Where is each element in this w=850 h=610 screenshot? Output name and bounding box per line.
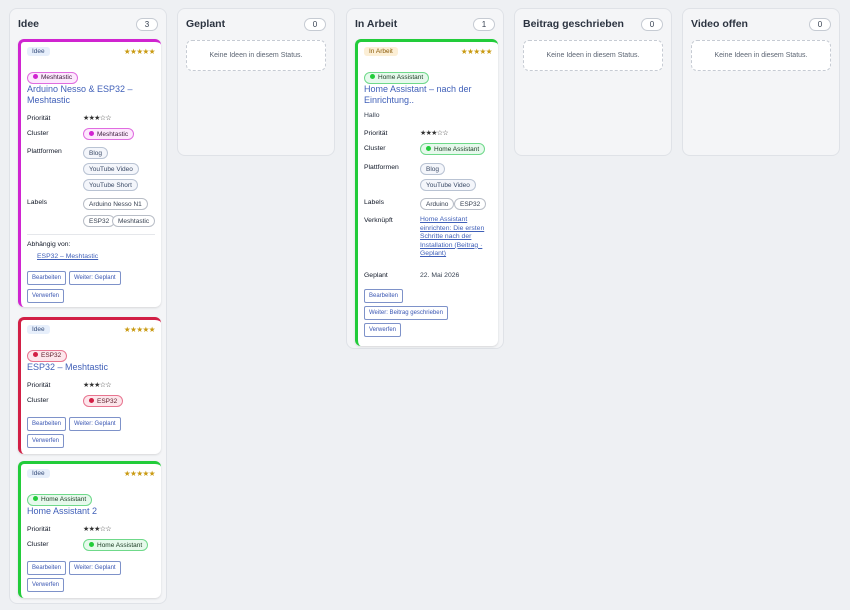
depends-label: Abhängig von: bbox=[27, 241, 71, 248]
label-chip: ESP32 bbox=[83, 215, 116, 227]
dot-icon bbox=[426, 145, 431, 151]
next-status-button[interactable]: Weiter: Geplant bbox=[69, 561, 121, 575]
cluster-label: Cluster bbox=[27, 397, 49, 404]
priority-label: Priorität bbox=[27, 382, 51, 389]
priority-stars: ★★★☆☆ bbox=[420, 130, 448, 137]
column-video-offen: Video offen 0 Keine Ideen in diesem Stat… bbox=[682, 8, 840, 156]
planned-date: 22. Mai 2026 bbox=[420, 272, 460, 279]
column-count-badge: 0 bbox=[641, 17, 663, 31]
status-badge: Idee bbox=[27, 47, 50, 56]
priority-stars: ★★★☆☆ bbox=[83, 115, 111, 122]
status-badge: Idee bbox=[27, 325, 50, 334]
column-count-badge: 1 bbox=[473, 17, 495, 31]
idea-card-home-assistant[interactable]: In Arbeit ★★★★★ Home Assistant Home Assi… bbox=[355, 39, 498, 346]
dot-icon bbox=[89, 541, 94, 547]
depends-link[interactable]: ESP32 – Meshtastic bbox=[37, 253, 98, 262]
cluster-chip: ESP32 bbox=[83, 395, 124, 407]
priority-stars: ★★★☆☆ bbox=[83, 382, 111, 389]
priority-label: Priorität bbox=[364, 130, 388, 137]
edit-button[interactable]: Bearbeiten bbox=[27, 417, 67, 431]
edit-button[interactable]: Bearbeiten bbox=[27, 271, 67, 285]
next-status-button[interactable]: Weiter: Geplant bbox=[69, 271, 121, 285]
card-description: Hallo bbox=[364, 112, 380, 119]
dot-icon bbox=[89, 397, 94, 403]
column-count-badge: 0 bbox=[809, 17, 831, 31]
dot-icon bbox=[370, 74, 375, 79]
discard-button[interactable]: Verwerfen bbox=[27, 434, 65, 448]
platform-chip: Blog bbox=[83, 147, 109, 159]
empty-state: Keine Ideen in diesem Status. bbox=[523, 40, 663, 71]
column-title: Geplant bbox=[186, 18, 226, 30]
column-in-arbeit: In Arbeit 1 In Arbeit ★★★★★ Home Assista… bbox=[346, 8, 504, 349]
priority-stars: ★★★☆☆ bbox=[83, 526, 111, 533]
card-title[interactable]: Home Assistant – nach der Einrichtung.. bbox=[364, 84, 496, 106]
discard-button[interactable]: Verwerfen bbox=[27, 578, 65, 592]
column-geplant: Geplant 0 Keine Ideen in diesem Status. bbox=[177, 8, 335, 156]
card-title[interactable]: ESP32 – Meshtastic bbox=[27, 362, 157, 373]
cluster-chip: Meshtastic bbox=[83, 128, 135, 140]
cluster-label: Cluster bbox=[364, 145, 386, 152]
label-chip: Meshtastic bbox=[112, 215, 156, 227]
dot-icon bbox=[33, 74, 38, 79]
cluster-chip: Home Assistant bbox=[364, 71, 430, 84]
priority-label: Priorität bbox=[27, 115, 51, 122]
idea-card-esp32[interactable]: Idee ★★★★★ ESP32 ESP32 – Meshtastic Prio… bbox=[18, 317, 161, 454]
idea-card-arduino-nesso[interactable]: Idee ★★★★★ Meshtastic Arduino Nesso & ES… bbox=[18, 39, 161, 307]
column-title: Idee bbox=[18, 18, 40, 30]
cluster-label: Cluster bbox=[27, 541, 49, 548]
idea-card-home-assistant-2[interactable]: Idee ★★★★★ Home Assistant Home Assistant… bbox=[18, 461, 161, 598]
rating-stars: ★★★★★ bbox=[123, 469, 156, 478]
cluster-chip: Home Assistant bbox=[420, 143, 486, 155]
label-chip: ESP32 bbox=[454, 198, 487, 210]
labels-label: Labels bbox=[27, 199, 48, 206]
priority-label: Priorität bbox=[27, 526, 51, 533]
platforms-label: Plattformen bbox=[364, 164, 399, 171]
label-chip: Arduino bbox=[420, 198, 455, 210]
column-beitrag-geschrieben: Beitrag geschrieben 0 Keine Ideen in die… bbox=[514, 8, 672, 156]
next-status-button[interactable]: Weiter: Beitrag geschrieben bbox=[364, 306, 448, 320]
card-title[interactable]: Arduino Nesso & ESP32 – Meshtastic bbox=[27, 84, 157, 106]
discard-button[interactable]: Verwerfen bbox=[364, 323, 402, 337]
column-title: In Arbeit bbox=[355, 18, 398, 30]
column-title: Video offen bbox=[691, 18, 748, 30]
labels-label: Labels bbox=[364, 199, 385, 206]
planned-label: Geplant bbox=[364, 272, 388, 279]
empty-state: Keine Ideen in diesem Status. bbox=[691, 40, 831, 71]
status-badge: In Arbeit bbox=[364, 47, 398, 56]
divider bbox=[27, 234, 155, 235]
dot-icon bbox=[33, 496, 38, 501]
cluster-chip: Meshtastic bbox=[27, 71, 79, 84]
column-title: Beitrag geschrieben bbox=[523, 18, 624, 30]
status-badge: Idee bbox=[27, 469, 50, 478]
dot-icon bbox=[33, 352, 38, 357]
platform-chip: YouTube Video bbox=[420, 179, 476, 191]
rating-stars: ★★★★★ bbox=[123, 47, 156, 56]
rating-stars: ★★★★★ bbox=[123, 325, 156, 334]
platform-chip: YouTube Short bbox=[83, 179, 138, 191]
empty-state: Keine Ideen in diesem Status. bbox=[186, 40, 326, 71]
linked-label: Verknüpft bbox=[364, 217, 393, 224]
cluster-label: Cluster bbox=[27, 130, 49, 137]
edit-button[interactable]: Bearbeiten bbox=[27, 561, 67, 575]
column-idee: Idee 3 Idee ★★★★★ Meshtastic Arduino Nes… bbox=[9, 8, 167, 604]
card-title[interactable]: Home Assistant 2 bbox=[27, 506, 157, 517]
discard-button[interactable]: Verwerfen bbox=[27, 289, 65, 303]
edit-button[interactable]: Bearbeiten bbox=[364, 289, 404, 303]
cluster-chip: Home Assistant bbox=[83, 539, 149, 551]
linked-idea-link[interactable]: Home Assistant einrichten: Die ersten Sc… bbox=[420, 216, 492, 259]
platform-chip: YouTube Video bbox=[83, 163, 139, 175]
cluster-chip: Home Assistant bbox=[27, 493, 93, 506]
dot-icon bbox=[89, 130, 94, 136]
cluster-chip: ESP32 bbox=[27, 349, 68, 362]
column-count-badge: 3 bbox=[136, 17, 158, 31]
next-status-button[interactable]: Weiter: Geplant bbox=[69, 417, 121, 431]
platforms-label: Plattformen bbox=[27, 148, 62, 155]
label-chip: Arduino Nesso N1 bbox=[83, 198, 148, 210]
rating-stars: ★★★★★ bbox=[460, 47, 493, 56]
column-count-badge: 0 bbox=[304, 17, 326, 31]
platform-chip: Blog bbox=[420, 163, 446, 175]
